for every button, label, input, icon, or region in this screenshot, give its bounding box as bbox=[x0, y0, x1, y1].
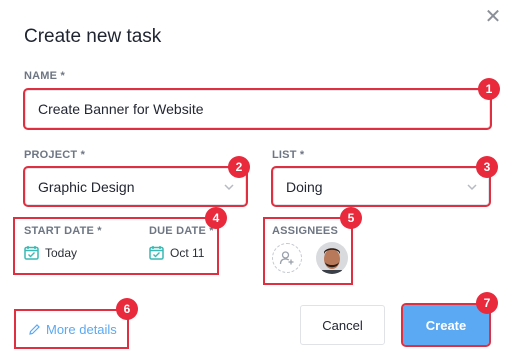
avatar-image bbox=[316, 242, 348, 274]
project-value: Graphic Design bbox=[38, 178, 135, 195]
annotation-badge: 5 bbox=[340, 207, 362, 229]
annotation-badge: 1 bbox=[478, 78, 500, 100]
name-label: NAME * bbox=[24, 70, 65, 82]
dialog-title: Create new task bbox=[24, 26, 162, 47]
project-select[interactable]: Graphic Design bbox=[23, 166, 248, 207]
calendar-icon bbox=[149, 246, 164, 260]
start-date-value: Today bbox=[45, 245, 78, 260]
more-details-link[interactable]: More details bbox=[14, 309, 129, 349]
chevron-down-icon bbox=[467, 183, 477, 190]
list-label: LIST * bbox=[272, 149, 305, 161]
due-date-label: DUE DATE * bbox=[149, 225, 214, 237]
annotation-badge: 6 bbox=[116, 298, 138, 320]
create-button[interactable]: Create bbox=[401, 303, 491, 347]
chevron-down-icon bbox=[224, 183, 234, 190]
annotation-badge: 4 bbox=[205, 207, 227, 229]
close-icon[interactable]: ✕ bbox=[484, 7, 502, 27]
due-date-picker[interactable]: Oct 11 bbox=[149, 245, 204, 260]
cancel-button[interactable]: Cancel bbox=[300, 305, 385, 345]
due-date-value: Oct 11 bbox=[170, 245, 205, 260]
start-date-label: START DATE * bbox=[24, 225, 102, 237]
annotation-badge: 7 bbox=[476, 292, 498, 314]
add-assignee-button[interactable] bbox=[272, 243, 302, 273]
list-select[interactable]: Doing bbox=[271, 166, 491, 207]
pencil-icon bbox=[29, 323, 40, 335]
list-value: Doing bbox=[286, 178, 323, 195]
annotation-badge: 3 bbox=[476, 156, 498, 178]
add-user-icon bbox=[279, 251, 294, 265]
name-value: Create Banner for Website bbox=[38, 101, 204, 117]
project-label: PROJECT * bbox=[24, 149, 86, 161]
name-field[interactable]: Create Banner for Website bbox=[23, 88, 492, 130]
more-details-label: More details bbox=[46, 321, 117, 337]
avatar[interactable] bbox=[316, 242, 348, 274]
annotation-badge: 2 bbox=[228, 156, 250, 178]
start-date-picker[interactable]: Today bbox=[24, 245, 77, 260]
assignees-label: ASSIGNEES bbox=[272, 225, 338, 237]
calendar-icon bbox=[24, 246, 39, 260]
